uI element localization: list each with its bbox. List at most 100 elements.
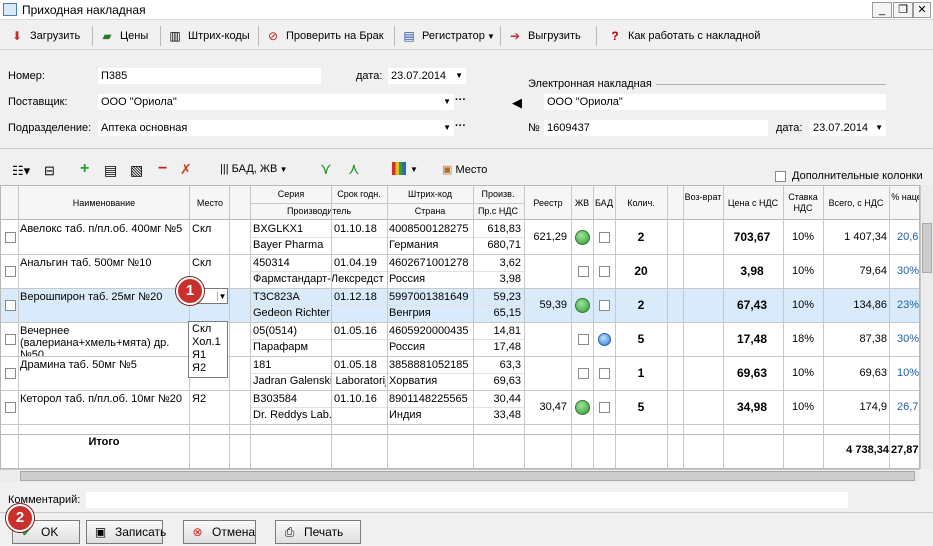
item-shelf-life: 01.05.18 <box>334 359 377 371</box>
header-jv: ЖВ <box>574 198 590 208</box>
jv-indicator-icon <box>575 230 590 245</box>
place-button[interactable]: ▣ Место <box>442 163 487 176</box>
item-place: Скл <box>192 257 212 269</box>
row-checkbox[interactable] <box>5 266 16 277</box>
barcodes-button[interactable]: ▥ Штрих-коды <box>166 25 249 47</box>
prices-button[interactable]: ▰ Цены <box>98 25 148 47</box>
division-label: Подразделение: <box>8 122 92 134</box>
item-producer: Фармстандарт-Лексредст <box>253 273 384 285</box>
date-input[interactable]: 23.07.2014 ▼ <box>388 68 466 84</box>
callout-badge-1: 1 <box>176 277 204 305</box>
horizontal-scrollbar[interactable] <box>0 469 920 482</box>
item-name: Вечернее (валериана+хмель+мята) др. №50 <box>20 325 170 357</box>
add-item-icon[interactable]: ▤ <box>104 162 117 179</box>
jv-checkbox[interactable] <box>578 368 589 379</box>
header-barcode: Штрих-код <box>408 189 452 199</box>
close-button[interactable]: ✕ <box>913 2 931 18</box>
item-barcode: 4605920000435 <box>389 325 469 337</box>
row-checkbox[interactable] <box>5 300 16 311</box>
load-button[interactable]: ⬇ Загрузить <box>8 25 80 47</box>
item-series: 181 <box>253 359 272 371</box>
check-defect-button[interactable]: ⊘ Проверить на Брак <box>264 25 384 47</box>
place-option[interactable]: Я1 <box>192 349 227 362</box>
delete-row-icon[interactable]: − <box>158 160 167 178</box>
bad-checkbox[interactable] <box>599 402 610 413</box>
register-button[interactable]: ▤ Регистратор ▼ <box>400 25 495 47</box>
chevron-down-icon: ▼ <box>484 32 495 41</box>
extra-columns-checkbox[interactable] <box>775 171 786 182</box>
row-checkbox[interactable] <box>5 368 16 379</box>
cancel-button[interactable]: ⊗ Отмена <box>183 520 256 544</box>
minimize-button[interactable]: _ <box>872 2 892 18</box>
bad-checkbox[interactable] <box>599 368 610 379</box>
place-option[interactable]: Хол.1 <box>192 336 227 349</box>
item-producer: Gedeon Richter <box>253 307 331 319</box>
einvoice-date-field[interactable]: 23.07.2014 ▼ <box>810 120 886 136</box>
place-option[interactable]: Скл <box>192 323 227 336</box>
box-icon: ▣ <box>442 164 453 176</box>
item-price-with-vat: 3,98 <box>740 264 764 278</box>
clear-icon[interactable]: ✗ <box>180 161 192 178</box>
vertical-scrollbar[interactable] <box>920 185 933 469</box>
add-row-icon[interactable]: + <box>80 160 89 178</box>
division-input[interactable]: Аптека основная ▼ <box>98 120 454 136</box>
bad-checkbox[interactable] <box>599 300 610 311</box>
item-series: 450314 <box>253 257 290 269</box>
layout-icon[interactable]: ⊟ <box>44 163 55 179</box>
item-price-with-vat: 34,98 <box>736 400 768 414</box>
header-return: Воз-врат <box>684 192 722 202</box>
jv-checkbox[interactable] <box>578 266 589 277</box>
item-price-with-vat: 17,48 <box>736 332 768 346</box>
chevron-down-icon[interactable]: ▼ <box>410 165 418 174</box>
merge-up-icon[interactable]: ⋏ <box>348 159 360 179</box>
bad-checkbox[interactable] <box>599 232 610 243</box>
merge-down-icon[interactable]: ⋎ <box>320 159 332 179</box>
totals-markup: 27,87 <box>891 444 919 456</box>
export-icon: ➔ <box>509 29 521 43</box>
supplier-more-button[interactable]: ··· <box>455 94 466 106</box>
save-button[interactable]: ▣ Записать <box>86 520 166 544</box>
item-barcode: 4602671001278 <box>389 257 469 269</box>
edit-item-icon[interactable]: ▧ <box>130 162 143 179</box>
chevron-down-icon[interactable]: ▼ <box>217 292 227 301</box>
header-name: Наименование <box>72 198 136 208</box>
bad-checkbox[interactable] <box>599 266 610 277</box>
header-producer: Производитель <box>286 206 352 216</box>
columns-icon[interactable]: ☷▾ <box>12 163 30 179</box>
items-grid[interactable]: Наименование Место Серия Срок годн. Прои… <box>0 185 920 469</box>
comment-input[interactable] <box>86 492 848 508</box>
bad-jv-button[interactable]: ||| БАД, ЖВ ▼ <box>220 163 288 175</box>
row-checkbox[interactable] <box>5 334 16 345</box>
color-columns-icon[interactable] <box>392 162 406 175</box>
export-button[interactable]: ➔ Выгрузить <box>506 25 581 47</box>
header-bad: БАД <box>594 198 614 208</box>
item-quantity: 5 <box>637 332 645 346</box>
jv-indicator-icon <box>575 400 590 415</box>
item-barcode: 3858881052185 <box>389 359 469 371</box>
row-checkbox[interactable] <box>5 402 16 413</box>
date-label: дата: <box>356 70 383 82</box>
number-input[interactable]: П385 <box>98 68 321 84</box>
row-checkbox[interactable] <box>5 232 16 243</box>
header-prod-price: Произв. <box>481 189 515 199</box>
item-series: 05(0514) <box>253 325 298 337</box>
item-price-vat: 65,15 <box>493 307 521 319</box>
header-price-vat: Пр.с НДС <box>477 206 519 216</box>
window-title: Приходная накладная <box>22 3 146 17</box>
supplier-input[interactable]: ООО "Ориола" ▼ <box>98 94 454 110</box>
print-button[interactable]: ⎙ Печать <box>275 520 361 544</box>
chevron-down-icon: ▼ <box>443 97 451 106</box>
prices-icon: ▰ <box>102 29 112 43</box>
item-markup: 20,6 <box>897 231 919 243</box>
place-option[interactable]: Я2 <box>192 362 227 375</box>
maximize-button[interactable]: ❐ <box>893 2 913 18</box>
item-total: 1 407,34 <box>844 231 887 243</box>
main-toolbar: ⬇ Загрузить ▰ Цены ▥ Штрих-коды ⊘ Проверить … <box>0 22 933 50</box>
bad-indicator-icon <box>598 333 611 346</box>
jv-checkbox[interactable] <box>578 334 589 345</box>
header-shelf-life: Срок годн. <box>337 189 381 199</box>
document-icon <box>3 3 17 16</box>
division-more-button[interactable]: ··· <box>455 120 466 132</box>
help-button[interactable]: ? Как работать с накладной <box>606 25 760 47</box>
item-place: Скл <box>192 223 212 235</box>
